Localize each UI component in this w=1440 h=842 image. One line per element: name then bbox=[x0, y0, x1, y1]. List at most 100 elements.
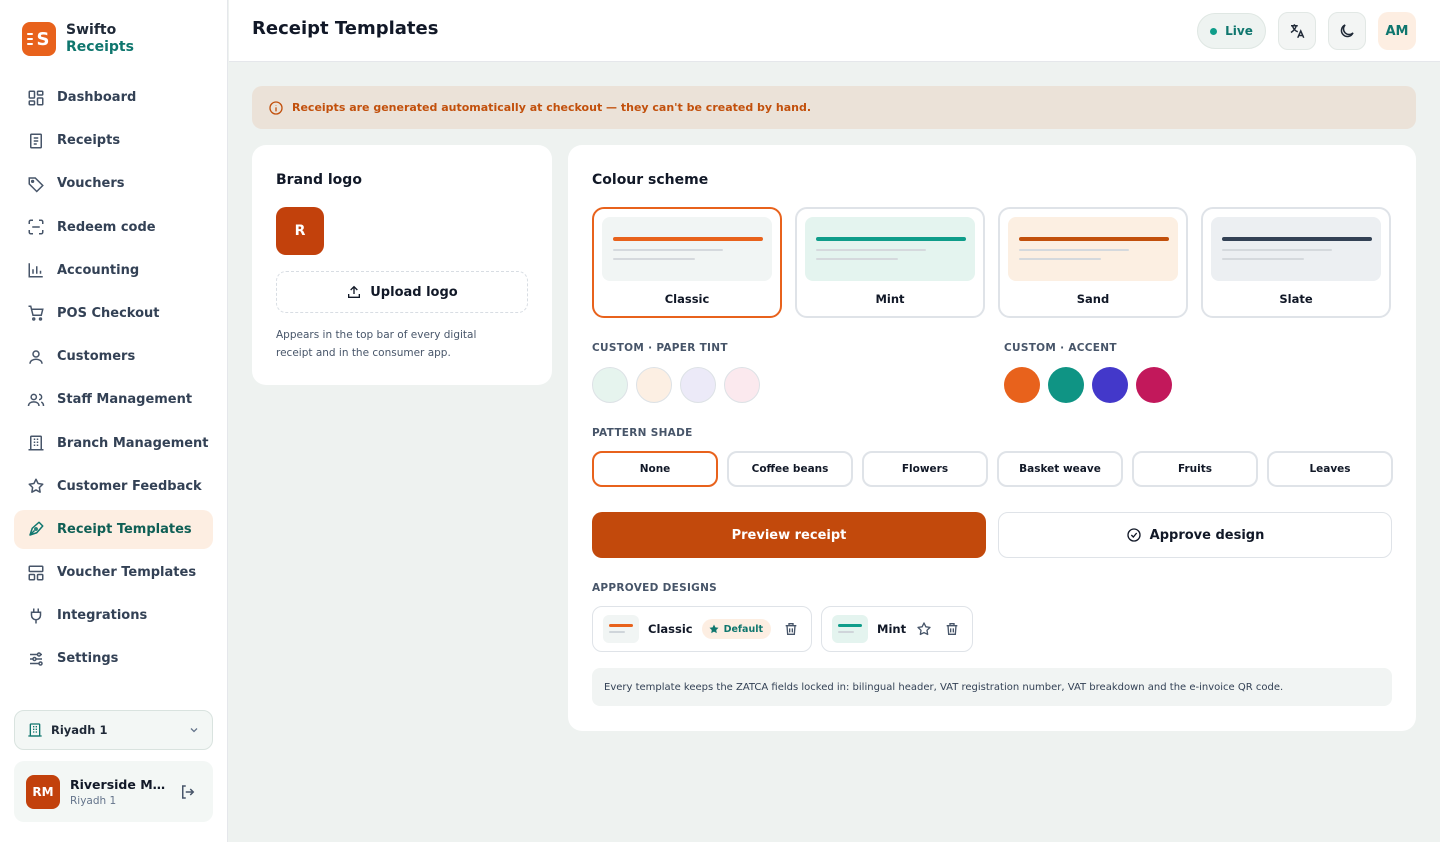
paper-tint-swatch[interactable] bbox=[592, 367, 628, 403]
design-thumbnail bbox=[832, 615, 869, 643]
page-title: Receipt Templates bbox=[252, 18, 439, 39]
info-icon bbox=[268, 100, 284, 116]
plug-icon bbox=[26, 606, 46, 626]
language-button[interactable] bbox=[1278, 12, 1316, 50]
paper-tint-swatches bbox=[592, 367, 760, 403]
design-thumbnail bbox=[603, 615, 639, 643]
sliders-icon bbox=[26, 649, 46, 669]
check-circle-icon bbox=[1126, 527, 1142, 543]
pattern-options: None Coffee beans Flowers Basket weave F… bbox=[592, 451, 1393, 487]
upload-logo-button[interactable]: Upload logo bbox=[276, 271, 528, 313]
accent-swatch[interactable] bbox=[1048, 367, 1084, 403]
layout-icon bbox=[26, 563, 46, 583]
info-banner-text: Receipts are generated automatically at … bbox=[292, 101, 812, 114]
pattern-fruits[interactable]: Fruits bbox=[1132, 451, 1258, 487]
upload-icon bbox=[346, 284, 362, 300]
scan-icon bbox=[26, 217, 46, 237]
sidebar-item-voucher-templates[interactable]: Voucher Templates bbox=[14, 553, 213, 592]
brand-logo-card: Brand logo R Upload logo Appears in the … bbox=[252, 145, 552, 385]
branch-selector[interactable]: Riyadh 1 bbox=[14, 710, 213, 750]
user-icon bbox=[26, 347, 46, 367]
star-icon bbox=[26, 476, 46, 496]
users-icon bbox=[26, 390, 46, 410]
approved-designs-label: APPROVED DESIGNS bbox=[592, 582, 718, 594]
brand-logo-preview: R bbox=[276, 207, 324, 255]
sidebar-item-receipts[interactable]: Receipts bbox=[14, 121, 213, 160]
star-filled-icon bbox=[708, 623, 720, 635]
scheme-mint[interactable]: Mint bbox=[795, 207, 985, 318]
sidebar-nav: Dashboard Receipts Vouchers Redeem code … bbox=[14, 78, 213, 683]
sidebar-item-integrations[interactable]: Integrations bbox=[14, 596, 213, 635]
scheme-preview bbox=[805, 217, 975, 281]
receipt-icon bbox=[26, 131, 46, 151]
trash-icon[interactable] bbox=[783, 621, 799, 637]
user-branch: Riyadh 1 bbox=[70, 794, 117, 807]
pattern-shade-label: PATTERN SHADE bbox=[592, 427, 693, 439]
sidebar-item-receipt-templates[interactable]: Receipt Templates bbox=[14, 509, 213, 549]
dashboard-icon bbox=[26, 88, 46, 108]
accent-label: CUSTOM · ACCENT bbox=[1004, 342, 1117, 354]
scheme-sand[interactable]: Sand bbox=[998, 207, 1188, 318]
sidebar-item-redeem-code[interactable]: Redeem code bbox=[14, 208, 213, 247]
top-bar: Receipt Templates Live AM bbox=[229, 0, 1440, 62]
accent-swatch[interactable] bbox=[1092, 367, 1128, 403]
pattern-basket-weave[interactable]: Basket weave bbox=[997, 451, 1123, 487]
status-dot-icon bbox=[1210, 27, 1218, 35]
trash-icon[interactable] bbox=[944, 621, 960, 637]
preview-receipt-button[interactable]: Preview receipt bbox=[592, 512, 986, 558]
building-icon bbox=[26, 433, 46, 453]
sidebar-item-dashboard[interactable]: Dashboard bbox=[14, 78, 213, 117]
sidebar-item-settings[interactable]: Settings bbox=[14, 639, 213, 678]
avatar: RM bbox=[26, 774, 60, 809]
brand-name: Swifto bbox=[66, 22, 117, 38]
brand-logo-title: Brand logo bbox=[276, 172, 362, 188]
default-badge: Default bbox=[701, 619, 772, 639]
scheme-options: Classic Mint Sand Slate bbox=[592, 207, 1391, 318]
brand-logo-icon: S bbox=[22, 22, 56, 56]
bar-chart-icon bbox=[26, 260, 46, 280]
accent-swatch[interactable] bbox=[1004, 367, 1040, 403]
brand-logo-help: Appears in the top bar of every digital … bbox=[276, 329, 477, 359]
brand[interactable]: S Swifto Receipts bbox=[22, 22, 134, 56]
star-icon[interactable] bbox=[916, 621, 932, 637]
user-name: Riverside Ma... bbox=[70, 776, 170, 792]
chevron-down-icon bbox=[188, 724, 200, 736]
cart-icon bbox=[26, 303, 46, 323]
status-badge: Live bbox=[1197, 13, 1266, 49]
branch-selector-value: Riyadh 1 bbox=[51, 723, 108, 737]
scheme-preview bbox=[1008, 217, 1178, 281]
colour-scheme-card: Colour scheme Classic Mint Sand Slate CU… bbox=[568, 145, 1416, 731]
paper-tint-swatch[interactable] bbox=[680, 367, 716, 403]
approved-design-mint[interactable]: Mint bbox=[821, 606, 974, 652]
sidebar-item-vouchers[interactable]: Vouchers bbox=[14, 164, 213, 203]
avatar[interactable]: AM bbox=[1378, 12, 1416, 50]
approved-design-classic[interactable]: Classic Default bbox=[592, 606, 813, 652]
paper-tint-swatch[interactable] bbox=[636, 367, 672, 403]
sidebar-item-pos-checkout[interactable]: POS Checkout bbox=[14, 294, 213, 333]
sidebar-item-staff-management[interactable]: Staff Management bbox=[14, 380, 213, 419]
info-banner: Receipts are generated automatically at … bbox=[252, 86, 1416, 129]
pattern-coffee-beans[interactable]: Coffee beans bbox=[727, 451, 853, 487]
logout-icon[interactable] bbox=[179, 783, 197, 801]
user-card: RM Riverside Ma... Riyadh 1 bbox=[14, 761, 213, 822]
approve-design-button[interactable]: Approve design bbox=[998, 512, 1392, 558]
sidebar-item-accounting[interactable]: Accounting bbox=[14, 251, 213, 290]
theme-toggle-button[interactable] bbox=[1328, 12, 1366, 50]
pattern-flowers[interactable]: Flowers bbox=[862, 451, 988, 487]
building-icon bbox=[27, 722, 43, 738]
translate-icon bbox=[1288, 22, 1306, 40]
accent-swatch[interactable] bbox=[1136, 367, 1172, 403]
scheme-preview bbox=[1211, 217, 1381, 281]
sidebar-item-customer-feedback[interactable]: Customer Feedback bbox=[14, 467, 213, 506]
scheme-slate[interactable]: Slate bbox=[1201, 207, 1391, 318]
sidebar-item-branch-management[interactable]: Branch Management bbox=[14, 424, 213, 463]
paper-tint-swatch[interactable] bbox=[724, 367, 760, 403]
pattern-none[interactable]: None bbox=[592, 451, 718, 487]
moon-icon bbox=[1338, 22, 1356, 40]
accent-swatches bbox=[1004, 367, 1172, 403]
scheme-classic[interactable]: Classic bbox=[592, 207, 782, 318]
sidebar-item-customers[interactable]: Customers bbox=[14, 337, 213, 376]
brand-subname: Receipts bbox=[66, 39, 134, 55]
pattern-leaves[interactable]: Leaves bbox=[1267, 451, 1393, 487]
paper-tint-label: CUSTOM · PAPER TINT bbox=[592, 342, 728, 354]
